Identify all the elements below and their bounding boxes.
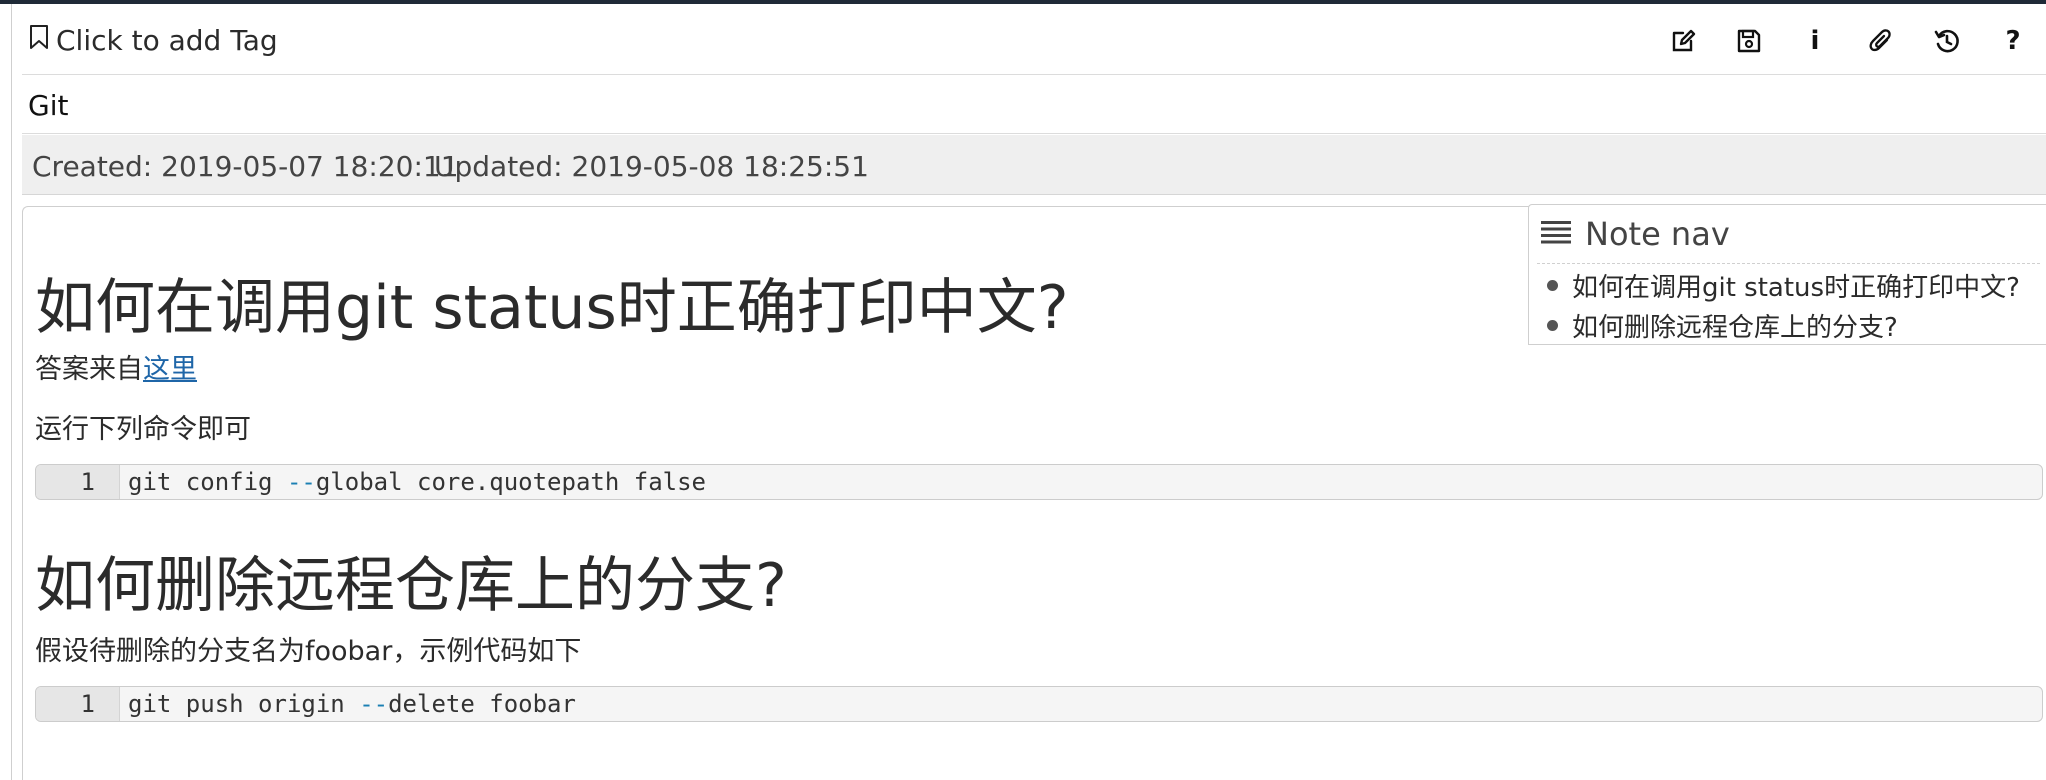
code-text: global core.quotepath false: [315, 468, 706, 496]
bullet-icon: [1547, 279, 1558, 291]
edit-icon[interactable]: [1650, 24, 1716, 58]
bullet-icon: [1547, 319, 1558, 331]
line-number: 1: [36, 465, 120, 499]
code-option: --: [286, 468, 316, 496]
note-nav-item[interactable]: 如何删除远程仓库上的分支?: [1547, 305, 2020, 345]
answer-source-link[interactable]: 这里: [143, 354, 197, 385]
info-icon[interactable]: i: [1782, 24, 1848, 58]
note-action-icons: i ?: [1650, 24, 2046, 58]
save-icon[interactable]: [1716, 24, 1782, 58]
code-text: delete foobar: [388, 690, 576, 718]
heading-delete-remote-branch: 如何删除远程仓库上的分支?: [35, 551, 787, 621]
note-meta: Created: 2019-05-07 18:20:11 Updated: 20…: [22, 135, 2046, 195]
created-timestamp: Created: 2019-05-07 18:20:11: [32, 150, 459, 183]
code-block-git-push[interactable]: 1 git push origin -- delete foobar: [35, 686, 2043, 722]
note-nav-title: Note nav: [1585, 215, 1730, 253]
code-option: --: [359, 690, 389, 718]
note-nav-item-label: 如何删除远程仓库上的分支?: [1572, 312, 1898, 343]
add-tag-label: Click to add Tag: [56, 24, 278, 57]
answer-prefix: 答案来自: [35, 354, 143, 385]
run-command-text: 运行下列命令即可: [35, 414, 251, 445]
list-icon: [1541, 220, 1571, 248]
code-text: git config: [128, 468, 287, 496]
answer-source-text: 答案来自这里: [35, 347, 197, 386]
note-nav-list: 如何在调用git status时正确打印中文? 如何删除远程仓库上的分支?: [1547, 265, 2020, 345]
note-nav-panel: Note nav 如何在调用git status时正确打印中文? 如何删除远程仓…: [1528, 204, 2046, 345]
note-title[interactable]: Git: [28, 89, 68, 122]
bookmark-icon: [28, 24, 50, 57]
add-tag-button[interactable]: Click to add Tag: [28, 24, 278, 57]
line-number: 1: [36, 687, 120, 721]
note-nav-header[interactable]: Note nav: [1541, 215, 1730, 253]
code-block-git-config[interactable]: 1 git config -- global core.quotepath fal…: [35, 464, 2043, 500]
code-line: git config -- global core.quotepath false: [120, 465, 706, 499]
note-nav-item-label: 如何在调用git status时正确打印中文?: [1572, 272, 2020, 303]
help-icon[interactable]: ?: [1980, 24, 2046, 58]
note-nav-divider: [1537, 263, 2040, 264]
code-text: git push origin: [128, 690, 360, 718]
history-icon[interactable]: [1914, 24, 1980, 58]
updated-timestamp: Updated: 2019-05-08 18:25:51: [434, 150, 869, 183]
heading-git-status-chinese: 如何在调用git status时正确打印中文?: [35, 273, 1069, 343]
left-divider: [11, 4, 12, 780]
note-title-row: Git: [22, 76, 2046, 134]
note-nav-item[interactable]: 如何在调用git status时正确打印中文?: [1547, 265, 2020, 305]
attachment-icon[interactable]: [1848, 24, 1914, 58]
code-line: git push origin -- delete foobar: [120, 687, 576, 721]
assume-branch-text: 假设待删除的分支名为foobar，示例代码如下: [35, 636, 582, 667]
note-toolbar: Click to add Tag i ?: [22, 4, 2046, 75]
